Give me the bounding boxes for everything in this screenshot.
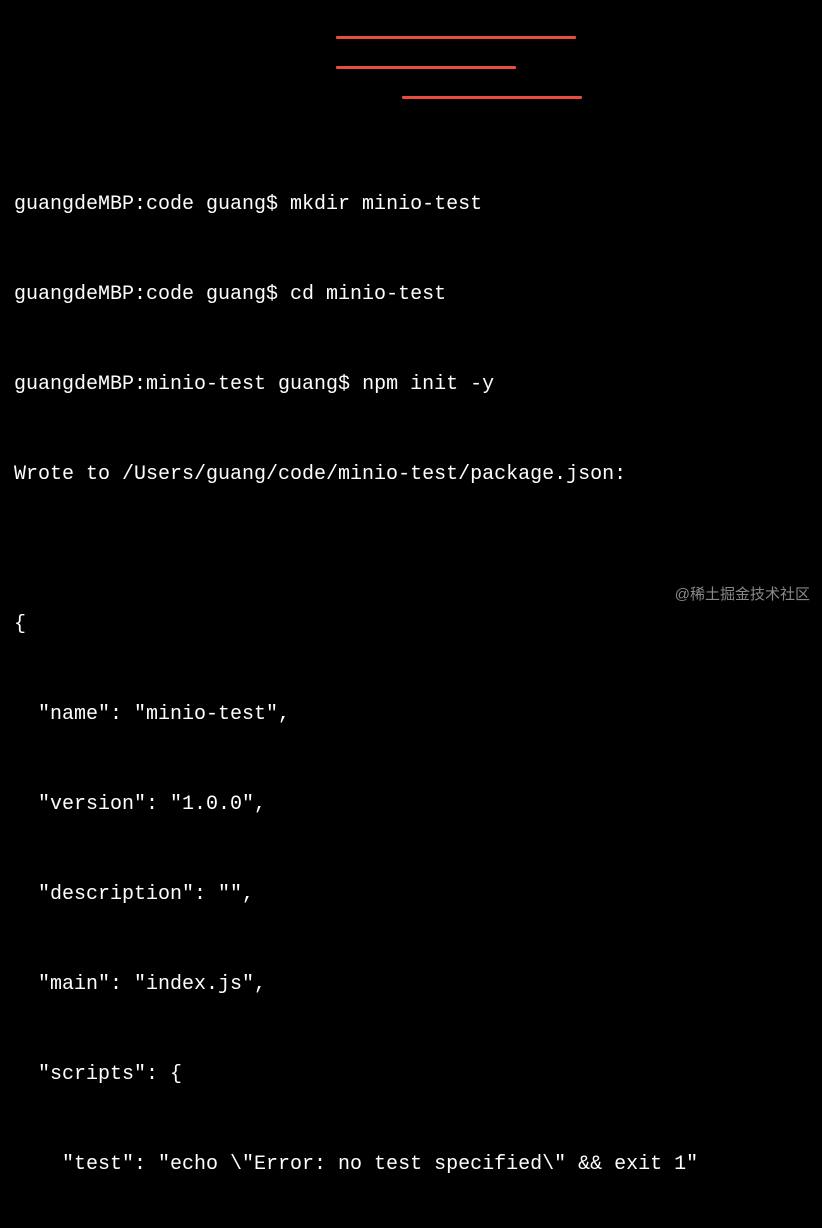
prompt-line: guangdeMBP:code guang$ mkdir minio-test — [14, 190, 808, 220]
prompt-line: guangdeMBP:code guang$ cd minio-test — [14, 280, 808, 310]
highlight-underline — [402, 96, 582, 99]
prompt-line: guangdeMBP:minio-test guang$ npm init -y — [14, 370, 808, 400]
json-line: { — [14, 610, 808, 640]
json-line: "description": "", — [14, 880, 808, 910]
shell-command: mkdir minio-test — [290, 193, 482, 216]
json-line: "name": "minio-test", — [14, 700, 808, 730]
highlight-underline — [336, 36, 576, 39]
terminal-output: guangdeMBP:code guang$ mkdir minio-test … — [14, 10, 808, 1228]
shell-prompt: guangdeMBP:minio-test guang$ — [14, 373, 362, 396]
output-line: Wrote to /Users/guang/code/minio-test/pa… — [14, 460, 808, 490]
json-line: "test": "echo \"Error: no test specified… — [14, 1150, 808, 1180]
shell-prompt: guangdeMBP:code guang$ — [14, 193, 290, 216]
watermark-text: @稀土掘金技术社区 — [675, 584, 810, 607]
highlight-underline — [336, 66, 516, 69]
shell-command: cd minio-test — [290, 283, 446, 306]
json-line: "main": "index.js", — [14, 970, 808, 1000]
shell-command: npm init -y — [362, 373, 494, 396]
json-line: "version": "1.0.0", — [14, 790, 808, 820]
json-line: "scripts": { — [14, 1060, 808, 1090]
shell-prompt: guangdeMBP:code guang$ — [14, 283, 290, 306]
